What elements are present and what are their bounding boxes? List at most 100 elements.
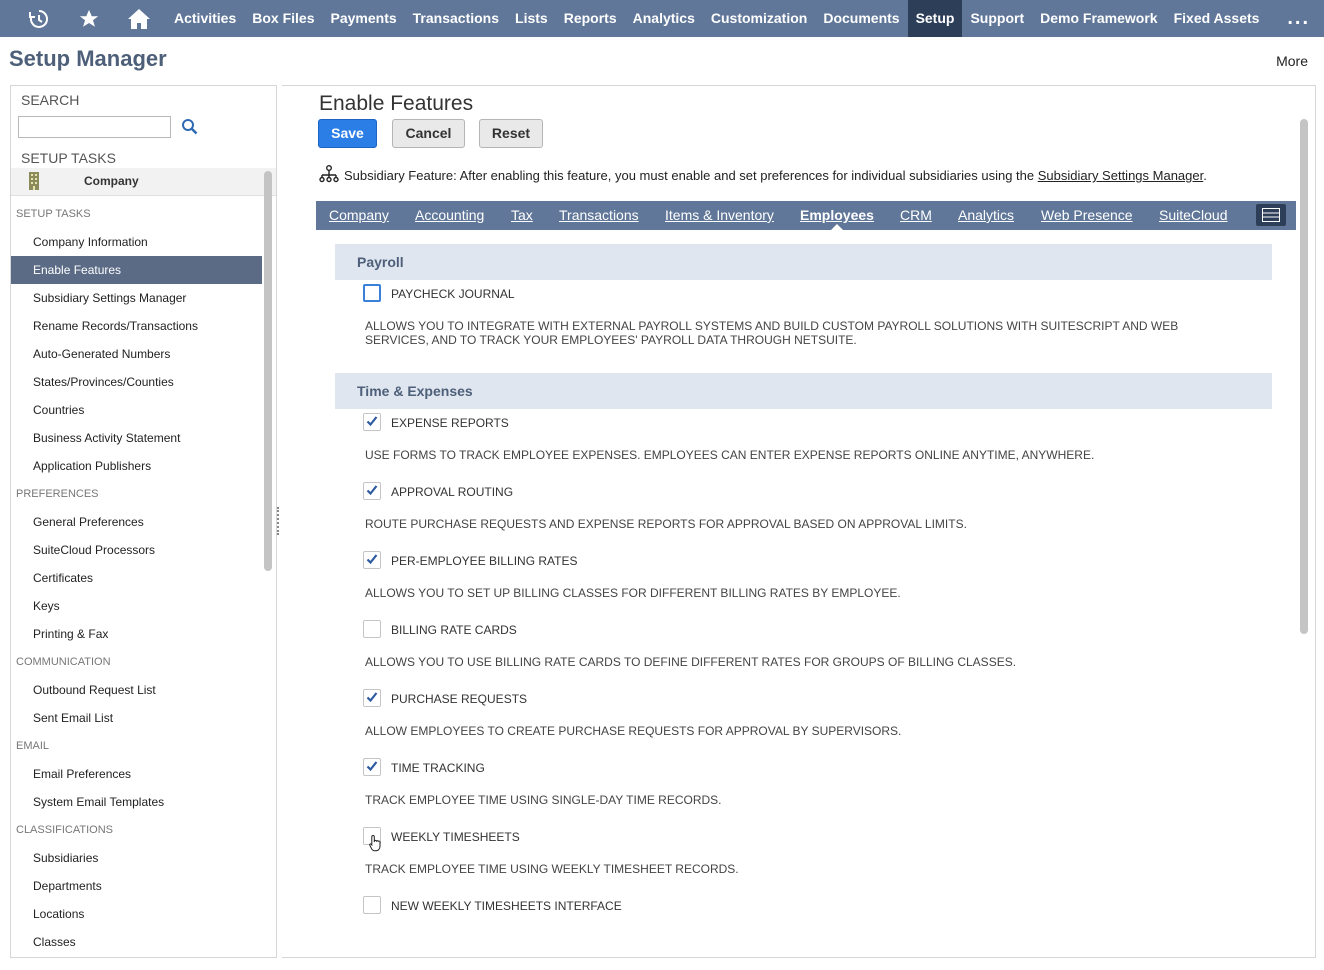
home-icon[interactable] [114,0,164,37]
feature-description: ALLOWS YOU TO SET UP BILLING CLASSES FOR… [365,586,901,600]
tab-company[interactable]: Company [329,201,389,230]
feature-checkbox[interactable] [363,620,381,638]
sidebar-item-printing-fax[interactable]: Printing & Fax [11,620,262,648]
sidebar-item-enable-features[interactable]: Enable Features [11,256,262,284]
feature-tab-bar: Company Accounting Tax Transactions Items & … [316,201,1296,231]
feature-checkbox[interactable] [363,689,381,707]
setup-sidebar: SEARCH SETUP TASKS Company SETUP TASKS Co… [10,85,277,958]
sidebar-item-sent-email-list[interactable]: Sent Email List [11,704,262,732]
setup-tasks-title: SETUP TASKS [21,150,116,166]
sidebar-item-company-information[interactable]: Company Information [11,228,262,256]
main-menu: Activities Box Files Payments Transactions L… [166,0,1267,37]
tab-overflow-menu-icon[interactable] [1256,204,1286,226]
top-menu-lists[interactable]: Lists [507,0,556,37]
enable-features-panel: Enable Features Save Cancel Reset Subsid… [282,85,1316,958]
tab-items-inventory[interactable]: Items & Inventory [665,201,774,230]
top-menu-analytics[interactable]: Analytics [625,0,703,37]
section-time-expenses: Time & Expenses [335,373,1272,409]
feature-checkbox[interactable] [363,413,381,431]
feature-checkbox[interactable] [363,482,381,500]
feature-label: EXPENSE REPORTS [391,416,509,430]
section-payroll: Payroll [335,244,1272,280]
more-button[interactable]: More [1276,53,1308,69]
sidebar-item-classes[interactable]: Classes [11,928,262,956]
feature-description: ALLOWS YOU TO INTEGRATE WITH EXTERNAL PA… [365,319,1179,347]
more-menu-icon[interactable]: ... [1287,0,1310,37]
tab-analytics[interactable]: Analytics [958,201,1014,230]
feature-checkbox[interactable] [363,896,381,914]
sidebar-item-outbound-request-list[interactable]: Outbound Request List [11,676,262,704]
search-input[interactable] [18,116,171,138]
tab-accounting[interactable]: Accounting [415,201,484,230]
setup-nav-list: SETUP TASKS Company Information Enable Fea… [11,200,262,956]
feature-label: PER-EMPLOYEE BILLING RATES [391,554,578,568]
top-menu-setup[interactable]: Setup [907,0,963,37]
subsidiary-hierarchy-icon [318,165,340,186]
tab-suitecloud[interactable]: SuiteCloud [1159,201,1228,230]
top-menu-customization[interactable]: Customization [703,0,815,37]
top-nav-bar: Activities Box Files Payments Transactions L… [0,0,1324,37]
search-icon[interactable] [181,118,199,136]
sidebar-item-email-preferences[interactable]: Email Preferences [11,760,262,788]
tab-employees[interactable]: Employees [800,201,874,231]
main-title: Enable Features [319,92,474,115]
top-menu-transactions[interactable]: Transactions [405,0,507,37]
subsidiary-settings-manager-link[interactable]: Subsidiary Settings Manager [1038,168,1203,183]
sidebar-scrollbar[interactable] [264,171,272,571]
feature-label: PAYCHECK JOURNAL [391,287,515,301]
sidebar-item-system-email-templates[interactable]: System Email Templates [11,788,262,816]
company-group[interactable]: Company [11,168,276,196]
top-menu-box-files[interactable]: Box Files [244,0,322,37]
tab-web-presence[interactable]: Web Presence [1041,201,1133,230]
feature-description: USE FORMS TO TRACK EMPLOYEE EXPENSES. EM… [365,448,1095,462]
sidebar-item-keys[interactable]: Keys [11,592,262,620]
sidebar-section-title: COMMUNICATION [16,656,111,668]
sidebar-item-application-publishers[interactable]: Application Publishers [11,452,262,480]
tab-tax[interactable]: Tax [511,201,533,230]
top-menu-fixed-assets[interactable]: Fixed Assets [1166,0,1268,37]
sidebar-section-title: EMAIL [16,740,50,752]
top-menu-documents[interactable]: Documents [815,0,907,37]
sidebar-item-auto-generated-numbers[interactable]: Auto-Generated Numbers [11,340,262,368]
panel-splitter-handle[interactable] [277,507,281,535]
subsidiary-note: Subsidiary Feature: After enabling this … [318,165,1207,186]
sidebar-item-states-provinces-counties[interactable]: States/Provinces/Counties [11,368,262,396]
feature-label: PURCHASE REQUESTS [391,692,528,706]
subsidiary-note-end: . [1203,168,1207,183]
sidebar-section-title: CLASSIFICATIONS [16,824,113,836]
tab-transactions[interactable]: Transactions [559,201,639,230]
top-menu-activities[interactable]: Activities [166,0,244,37]
page-title: Setup Manager [9,46,167,71]
tab-crm[interactable]: CRM [900,201,932,230]
feature-checkbox[interactable] [363,284,381,302]
feature-checkbox[interactable] [363,551,381,569]
save-button[interactable]: Save [318,119,377,148]
hand-cursor-icon [369,834,383,857]
recent-records-icon[interactable] [14,0,64,37]
feature-label: NEW WEEKLY TIMESHEETS INTERFACE [391,899,622,913]
star-icon[interactable] [64,0,114,37]
cancel-button[interactable]: Cancel [392,119,465,148]
top-menu-payments[interactable]: Payments [323,0,405,37]
feature-checkbox[interactable] [363,758,381,776]
top-menu-support[interactable]: Support [962,0,1032,37]
sidebar-item-business-activity-statement[interactable]: Business Activity Statement [11,424,262,452]
sidebar-section-title: SETUP TASKS [16,208,91,220]
sidebar-item-countries[interactable]: Countries [11,396,262,424]
top-menu-reports[interactable]: Reports [556,0,625,37]
sidebar-item-subsidiaries[interactable]: Subsidiaries [11,844,262,872]
sidebar-item-departments[interactable]: Departments [11,872,262,900]
sidebar-item-general-preferences[interactable]: General Preferences [11,508,262,536]
company-label: Company [84,174,139,188]
subsidiary-note-text: Subsidiary Feature: After enabling this … [344,168,1038,183]
search-label: SEARCH [21,92,80,108]
sidebar-item-certificates[interactable]: Certificates [11,564,262,592]
sidebar-item-suitecloud-processors[interactable]: SuiteCloud Processors [11,536,262,564]
sidebar-item-rename-records-transactions[interactable]: Rename Records/Transactions [11,312,262,340]
reset-button[interactable]: Reset [479,119,543,148]
sidebar-item-subsidiary-settings-manager[interactable]: Subsidiary Settings Manager [11,284,262,312]
sidebar-item-locations[interactable]: Locations [11,900,262,928]
feature-label: WEEKLY TIMESHEETS [391,830,520,844]
top-menu-demo-framework[interactable]: Demo Framework [1032,0,1165,37]
content-scrollbar[interactable] [1300,119,1308,634]
